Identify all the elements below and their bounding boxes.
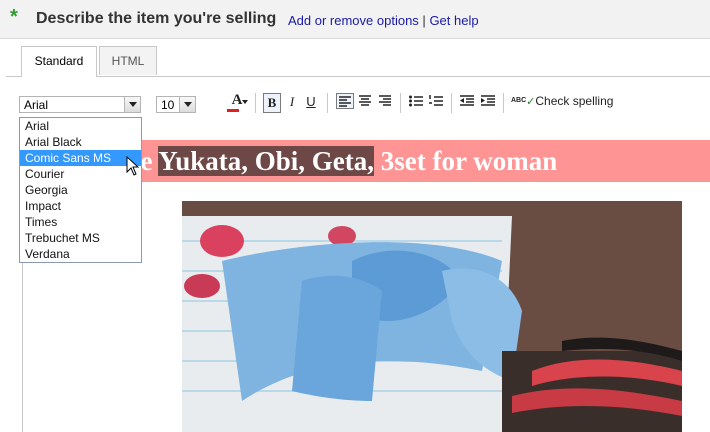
font-family-value: Arial [24, 98, 49, 112]
align-right-button[interactable] [377, 94, 393, 108]
italic-button[interactable]: I [285, 92, 299, 112]
product-photo [182, 201, 682, 432]
align-center-button[interactable] [357, 94, 373, 108]
font-option-georgia[interactable]: Georgia [20, 182, 141, 198]
toolbar-separator [451, 93, 452, 113]
header-links: Add or remove options | Get help [288, 13, 479, 28]
section-title: Describe the item you're selling [36, 10, 277, 27]
tab-html[interactable]: HTML [99, 46, 157, 75]
chevron-down-icon[interactable] [124, 97, 140, 112]
checkmark-icon: ✓ [526, 96, 536, 108]
required-asterisk: * [10, 6, 18, 28]
font-option-times[interactable]: Times [20, 214, 141, 230]
toolbar-separator [503, 93, 504, 113]
selected-text[interactable]: Yukata, Obi, Geta, [158, 146, 375, 176]
toolbar-separator [327, 93, 328, 113]
font-option-comic-sans-ms[interactable]: Comic Sans MS [20, 150, 141, 166]
font-option-arial-black[interactable]: Arial Black [20, 134, 141, 150]
font-size-select[interactable]: 10 [156, 96, 196, 113]
outdent-icon [460, 95, 474, 106]
outdent-button[interactable] [459, 94, 475, 108]
editor-tabs: Standard HTML [6, 38, 710, 77]
listing-title-banner: ese Yukata, Obi, Geta, 3set for woman [118, 140, 710, 182]
text-color-button[interactable]: A [225, 92, 249, 112]
toolbar-separator [400, 93, 401, 113]
text-color-swatch [227, 109, 239, 112]
font-option-arial[interactable]: Arial [20, 118, 141, 134]
font-option-trebuchet-ms[interactable]: Trebuchet MS [20, 230, 141, 246]
underline-button[interactable]: U [304, 92, 318, 112]
numbered-list-button[interactable] [428, 94, 444, 108]
bold-button[interactable]: B [263, 93, 281, 113]
bullet-list-button[interactable] [408, 94, 424, 108]
mouse-cursor-icon [126, 156, 140, 176]
font-size-value: 10 [161, 98, 175, 112]
toolbar-separator [255, 93, 256, 113]
font-option-verdana[interactable]: Verdana [20, 246, 141, 262]
chevron-down-icon[interactable] [179, 97, 195, 112]
indent-icon [481, 95, 495, 106]
font-family-dropdown-list: Arial Arial Black Comic Sans MS Courier … [19, 117, 142, 263]
get-help-link[interactable]: Get help [429, 13, 478, 28]
check-spelling-label: Check spelling [535, 94, 614, 108]
chevron-down-icon [242, 100, 248, 104]
font-option-courier[interactable]: Courier [20, 166, 141, 182]
tab-standard[interactable]: Standard [21, 46, 97, 77]
numbered-list-icon [429, 95, 443, 106]
indent-button[interactable] [480, 94, 496, 108]
spellcheck-icon: ABC [511, 97, 527, 104]
add-remove-options-link[interactable]: Add or remove options [288, 13, 419, 28]
align-left-icon [339, 96, 351, 107]
text-color-label: A [231, 92, 243, 108]
banner-text: ese Yukata, Obi, Geta, 3set for woman [118, 146, 557, 177]
font-family-select[interactable]: Arial [19, 96, 141, 113]
align-right-icon [379, 95, 391, 106]
align-center-icon [359, 95, 371, 106]
font-option-impact[interactable]: Impact [20, 198, 141, 214]
align-left-button[interactable] [336, 93, 354, 109]
yukata-photo-image [182, 201, 682, 432]
bullet-list-icon [409, 95, 423, 107]
section-header: * Describe the item you're selling Add o… [0, 0, 710, 39]
check-spelling-button[interactable]: ABC✓Check spelling [511, 92, 613, 111]
banner-suffix: 3set for woman [374, 146, 558, 176]
link-separator: | [422, 13, 426, 28]
